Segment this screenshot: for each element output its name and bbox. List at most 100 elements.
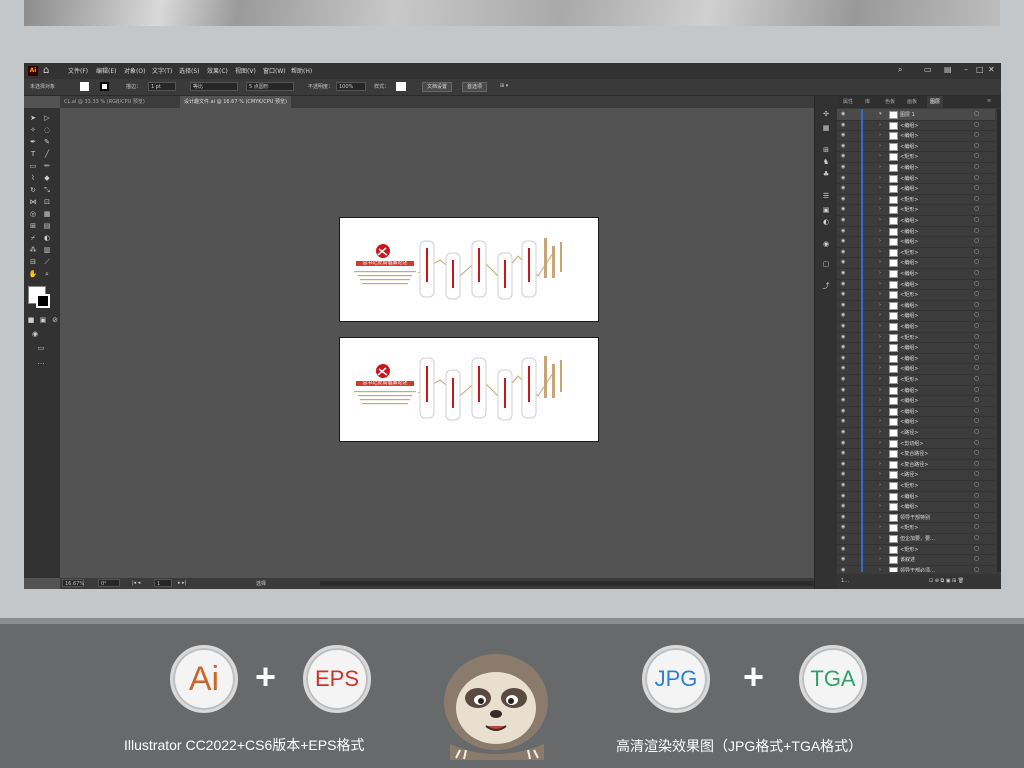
layer-target-icon[interactable]: ○ xyxy=(974,174,979,181)
home-icon[interactable]: ⌂ xyxy=(43,65,49,76)
export-panel-icon[interactable]: ⤴ xyxy=(821,282,831,290)
rotation-select[interactable]: 0° xyxy=(98,579,120,587)
menu-help[interactable]: 帮助(H) xyxy=(291,66,312,75)
shape-builder-icon[interactable]: ◎ xyxy=(28,210,38,218)
layer-target-icon[interactable]: ○ xyxy=(974,428,979,435)
visibility-eye-icon[interactable]: ◉ xyxy=(841,567,845,572)
tab-properties[interactable]: 属性 xyxy=(843,98,853,105)
visibility-eye-icon[interactable]: ◉ xyxy=(841,429,845,435)
layer-target-icon[interactable]: ○ xyxy=(974,545,979,552)
expand-arrow-icon[interactable]: › xyxy=(879,312,881,318)
layer-target-icon[interactable]: ○ xyxy=(974,258,979,265)
graph-tool-icon[interactable]: ▥ xyxy=(42,246,52,254)
expand-arrow-icon[interactable]: › xyxy=(879,450,881,456)
expand-arrow-icon[interactable]: › xyxy=(879,196,881,202)
workspace-icon[interactable]: ▤ xyxy=(944,65,952,74)
layer-target-icon[interactable]: ○ xyxy=(974,322,979,329)
menu-effect[interactable]: 效果(C) xyxy=(207,66,228,75)
maximize-icon[interactable]: □ xyxy=(976,65,984,74)
layer-target-icon[interactable]: ○ xyxy=(974,237,979,244)
document-setup-button[interactable]: 文档设置 xyxy=(422,82,453,92)
layer-target-icon[interactable]: ○ xyxy=(974,290,979,297)
comments-panel-icon[interactable]: ▢ xyxy=(821,260,831,268)
expand-arrow-icon[interactable]: › xyxy=(879,429,881,435)
visibility-eye-icon[interactable]: ◉ xyxy=(841,312,845,318)
stroke-weight-field[interactable]: 1 pt xyxy=(148,82,176,91)
zoom-tool-icon[interactable]: ⌕ xyxy=(42,270,52,278)
expand-arrow-icon[interactable]: › xyxy=(879,238,881,244)
expand-arrow-icon[interactable]: › xyxy=(879,397,881,403)
stroke-swatch[interactable] xyxy=(36,294,50,308)
menu-select[interactable]: 选择(S) xyxy=(179,66,200,75)
visibility-eye-icon[interactable]: ◉ xyxy=(841,153,845,159)
visibility-eye-icon[interactable]: ◉ xyxy=(841,111,845,117)
zoom-select[interactable]: 16.67% xyxy=(62,579,84,587)
visibility-eye-icon[interactable]: ◉ xyxy=(841,418,845,424)
mesh-tool-icon[interactable]: ⊞ xyxy=(28,222,38,230)
layer-target-icon[interactable]: ○ xyxy=(974,110,979,117)
artboard-index-field[interactable]: 1 xyxy=(154,579,172,587)
layer-target-icon[interactable]: ○ xyxy=(974,555,979,562)
visibility-eye-icon[interactable]: ◉ xyxy=(841,196,845,202)
expand-arrow-icon[interactable]: › xyxy=(879,281,881,287)
expand-arrow-icon[interactable]: › xyxy=(879,206,881,212)
gradient-panel-icon[interactable]: ▣ xyxy=(821,206,831,214)
visibility-eye-icon[interactable]: ◉ xyxy=(841,206,845,212)
visibility-eye-icon[interactable]: ◉ xyxy=(841,524,845,530)
tab-cl-ai[interactable]: CL.ai @ 33.33 % (RGB/CPU 预览) xyxy=(60,96,149,108)
stroke-color-swatch[interactable] xyxy=(100,82,109,91)
layer-target-icon[interactable]: ○ xyxy=(974,216,979,223)
panel-menu-icon[interactable]: ≡ xyxy=(987,98,991,104)
expand-arrow-icon[interactable]: › xyxy=(879,228,881,234)
properties-panel-icon[interactable]: ✣ xyxy=(821,110,831,118)
more-tools-icon[interactable]: … xyxy=(36,358,46,366)
search-icon[interactable]: ⌕ xyxy=(898,65,902,75)
opacity-field[interactable]: 100% xyxy=(336,82,366,91)
lasso-icon[interactable]: ◌ xyxy=(42,126,52,134)
visibility-eye-icon[interactable]: ◉ xyxy=(841,291,845,297)
selection-tool-icon[interactable]: ➤ xyxy=(28,114,38,122)
visibility-eye-icon[interactable]: ◉ xyxy=(841,440,845,446)
visibility-eye-icon[interactable]: ◉ xyxy=(841,376,845,382)
layer-target-icon[interactable]: ○ xyxy=(974,534,979,541)
layer-target-icon[interactable]: ○ xyxy=(974,566,979,572)
layer-target-icon[interactable]: ○ xyxy=(974,439,979,446)
layer-actions-icon[interactable]: ⊡ ⊕ ⧉ ▣ ⊞ 🗑 xyxy=(929,578,964,584)
layer-target-icon[interactable]: ○ xyxy=(974,364,979,371)
visibility-eye-icon[interactable]: ◉ xyxy=(841,471,845,477)
expand-arrow-icon[interactable]: › xyxy=(879,132,881,138)
visibility-eye-icon[interactable]: ◉ xyxy=(841,387,845,393)
tab-swatches[interactable]: 色板 xyxy=(885,98,895,105)
expand-arrow-icon[interactable]: › xyxy=(879,524,881,530)
expand-arrow-icon[interactable]: ▾ xyxy=(879,111,882,117)
visibility-eye-icon[interactable]: ◉ xyxy=(841,270,845,276)
visibility-eye-icon[interactable]: ◉ xyxy=(841,493,845,499)
visibility-eye-icon[interactable]: ◉ xyxy=(841,344,845,350)
eraser-tool-icon[interactable]: ◆ xyxy=(42,174,52,182)
expand-arrow-icon[interactable]: › xyxy=(879,302,881,308)
artboard-tool-icon[interactable]: ⊟ xyxy=(28,258,38,266)
expand-arrow-icon[interactable]: › xyxy=(879,270,881,276)
preferences-button[interactable]: 首选项 xyxy=(462,82,488,92)
expand-arrow-icon[interactable]: › xyxy=(879,164,881,170)
visibility-eye-icon[interactable]: ◉ xyxy=(841,217,845,223)
appearance-panel-icon[interactable]: ◉ xyxy=(821,240,831,248)
visibility-eye-icon[interactable]: ◉ xyxy=(841,175,845,181)
rotate-tool-icon[interactable]: ↻ xyxy=(28,186,38,194)
hand-tool-icon[interactable]: ✋ xyxy=(28,270,38,278)
visibility-eye-icon[interactable]: ◉ xyxy=(841,514,845,520)
visibility-eye-icon[interactable]: ◉ xyxy=(841,461,845,467)
symbols-panel-icon[interactable]: ♣ xyxy=(821,170,831,178)
layer-target-icon[interactable]: ○ xyxy=(974,121,979,128)
visibility-eye-icon[interactable]: ◉ xyxy=(841,503,845,509)
symbol-sprayer-icon[interactable]: ⁂ xyxy=(28,246,38,254)
slice-tool-icon[interactable]: ⟋ xyxy=(42,258,52,266)
layer-target-icon[interactable]: ○ xyxy=(974,269,979,276)
visibility-eye-icon[interactable]: ◉ xyxy=(841,365,845,371)
layer-target-icon[interactable]: ○ xyxy=(974,396,979,403)
expand-arrow-icon[interactable]: › xyxy=(879,291,881,297)
menu-type[interactable]: 文字(T) xyxy=(152,66,172,75)
brush-select[interactable]: 5 点圆形 xyxy=(246,82,294,91)
fill-color-swatch[interactable] xyxy=(80,82,89,91)
visibility-eye-icon[interactable]: ◉ xyxy=(841,281,845,287)
